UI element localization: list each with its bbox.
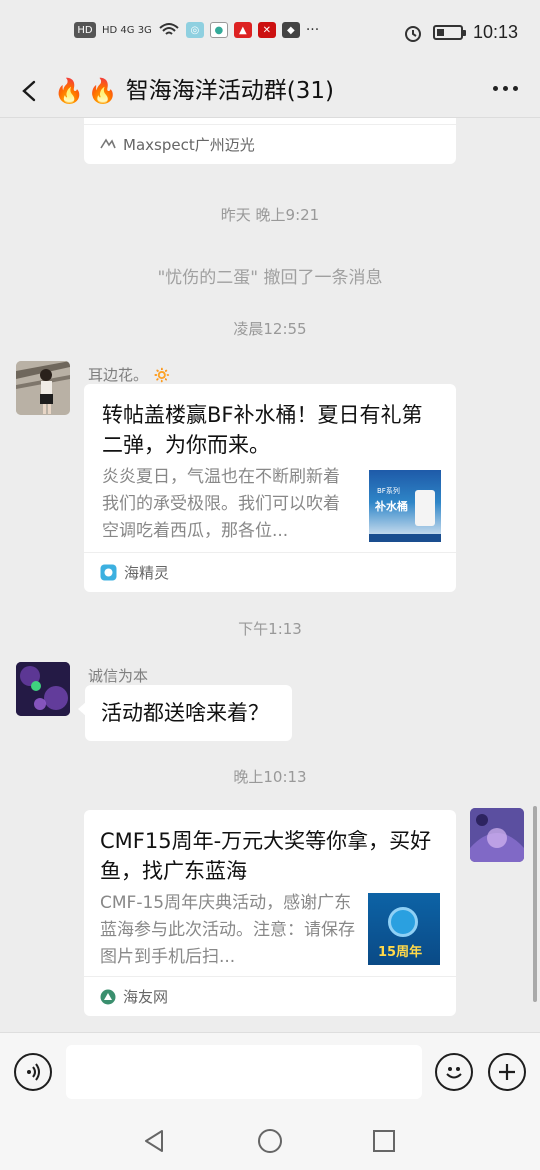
square-recents-icon [373, 1130, 395, 1152]
sun-emoji: 🔅 [152, 366, 172, 384]
status-icons-left: HD HD 4G 3G ◎ ● ▲ ✕ ◆ ··· [74, 22, 319, 38]
back-button[interactable] [14, 74, 48, 108]
nav-recents-button[interactable] [369, 1126, 399, 1156]
timestamp: 凌晨12:55 [233, 320, 307, 338]
nav-back-button[interactable] [140, 1126, 170, 1156]
battery-icon [432, 25, 466, 40]
card-description: CMF-15周年庆典活动，感谢广东蓝海参与此次活动。注意：请保存图片到手机后扫.… [100, 893, 355, 967]
chat-header: 🔥 🔥 智海海洋活动群(31) [0, 64, 540, 118]
avatar[interactable] [16, 361, 70, 415]
dot [513, 86, 518, 91]
voice-button[interactable] [14, 1053, 52, 1091]
thumbnail-caption: 15周年 [378, 945, 423, 960]
more-options-button[interactable] [493, 86, 518, 91]
wifi-icon [159, 23, 179, 35]
back-arrow-icon [22, 80, 36, 102]
circle-home-icon [258, 1129, 282, 1153]
sender-name: 耳边花。 🔅 [88, 364, 171, 385]
haiyouwang-logo-icon [100, 989, 116, 1004]
card-source-row: Maxspect广州迈光 [84, 124, 456, 164]
app-notification-icon: ▲ [233, 22, 252, 38]
more-notifications-icon: ··· [305, 22, 320, 38]
card-description: 炎炎夏日，气温也在不断刷新着我们的承受极限。我们可以吹着空调吃着西瓜，那各位..… [102, 467, 340, 541]
card-thumbnail: 15周年 [368, 893, 440, 965]
card-title: 转帖盖楼赢BF补水桶！夏日有礼第二弹，为你而来。 [102, 403, 423, 457]
hd-icon: HD [74, 22, 96, 38]
my-avatar[interactable] [470, 808, 524, 862]
app-notification-icon: ✕ [257, 22, 276, 38]
thumbnail-band [369, 534, 441, 542]
thumbnail-subtitle: BF系列 [377, 487, 400, 495]
dot [503, 86, 508, 91]
message-input[interactable] [66, 1045, 422, 1099]
nav-home-button[interactable] [255, 1126, 285, 1156]
status-icons-right: 10:13 [403, 22, 518, 43]
maxspect-logo-icon [100, 137, 116, 148]
card-thumbnail: BF系列 补水桶 [369, 470, 441, 542]
thumbnail-caption: 补水桶 [375, 500, 408, 513]
cmf-logo-image [388, 907, 418, 937]
app-notification-icon: ◎ [185, 22, 204, 38]
avatar-photo [16, 662, 70, 716]
card-source-row: 海友网 [84, 976, 456, 1016]
avatar-photo [16, 361, 70, 415]
input-bar [0, 1032, 540, 1112]
card-source-row: 海精灵 [84, 552, 456, 592]
flame-emoji: 🔥 [87, 77, 118, 105]
triangle-back-icon [145, 1130, 163, 1152]
status-time: 10:13 [472, 22, 518, 42]
water-bucket-image [415, 490, 435, 526]
emoji-icon [446, 1067, 462, 1079]
timestamp: 下午1:13 [238, 620, 302, 638]
link-card[interactable]: CMF15周年-万元大奖等你拿，买好鱼，找广东蓝海 CMF-15周年庆典活动，感… [84, 810, 456, 1016]
avatar-photo [470, 808, 524, 862]
link-card-partial[interactable]: Maxspect广州迈光 [84, 118, 456, 164]
text-message-bubble[interactable]: 活动都送啥来着？ [78, 685, 292, 741]
card-title: CMF15周年-万元大奖等你拿，买好鱼，找广东蓝海 [100, 829, 432, 883]
app-notification-icon: ● [209, 22, 228, 38]
message-text: 活动都送啥来着？ [101, 701, 269, 725]
recall-notice: "忧伤的二蛋" 撤回了一条消息 [157, 268, 383, 288]
link-card[interactable]: 转帖盖楼赢BF补水桶！夏日有礼第二弹，为你而来。 炎炎夏日，气温也在不断刷新着我… [84, 384, 456, 592]
chat-title: 智海海洋活动群(31) [125, 78, 334, 104]
dot [493, 86, 498, 91]
alarm-icon [404, 25, 421, 42]
card-source-name: 海友网 [123, 988, 169, 1006]
voice-icon [27, 1063, 40, 1081]
card-source-name: 海精灵 [124, 564, 170, 582]
more-functions-button[interactable] [488, 1053, 526, 1091]
chat-title-wrap: 🔥 🔥 智海海洋活动群(31) [54, 73, 334, 109]
network-label: HD 4G 3G [102, 24, 152, 36]
emoji-button[interactable] [435, 1053, 473, 1091]
timestamp: 昨天 晚上9:21 [220, 206, 320, 224]
message-list[interactable]: Maxspect广州迈光 昨天 晚上9:21 "忧伤的二蛋" 撤回了一条消息 凌… [0, 118, 540, 1032]
app-notification-icon: ◆ [281, 22, 300, 38]
avatar[interactable] [16, 662, 70, 716]
haijingling-logo-icon [100, 564, 117, 581]
scrollbar[interactable] [533, 806, 537, 1002]
flame-emoji: 🔥 [54, 77, 84, 105]
status-bar: HD HD 4G 3G ◎ ● ▲ ✕ ◆ ··· 10:13 [0, 0, 540, 64]
plus-icon [499, 1064, 515, 1080]
sender-name-text: 耳边花。 [88, 366, 149, 384]
card-source-name: Maxspect广州迈光 [123, 136, 255, 154]
sender-name: 诚信为本 [88, 667, 149, 685]
timestamp: 晚上10:13 [233, 768, 307, 786]
system-nav-bar [0, 1112, 540, 1170]
